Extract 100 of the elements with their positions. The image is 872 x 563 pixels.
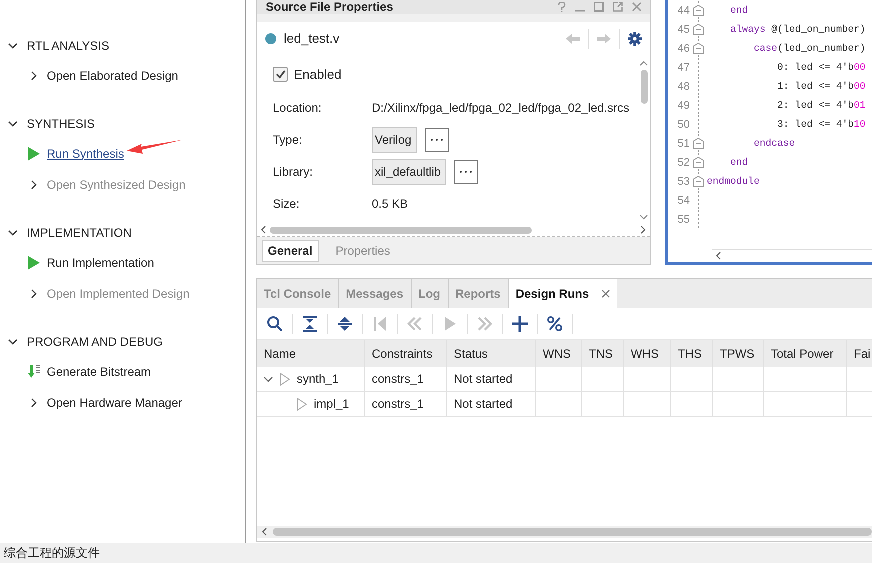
file-name: led_test.v — [284, 31, 341, 46]
scrollbar-thumb[interactable] — [640, 70, 648, 104]
chevron-down-icon[interactable] — [264, 374, 273, 384]
float-window-icon[interactable] — [613, 2, 623, 12]
nav-link[interactable]: Open Elaborated Design — [47, 68, 178, 82]
field-label: Location: — [273, 101, 323, 115]
maximize-icon[interactable] — [594, 2, 604, 12]
line-number: 44 — [676, 4, 690, 16]
field-value: 0.5 KB — [372, 197, 408, 211]
chevron-down-icon[interactable] — [8, 121, 18, 127]
close-icon[interactable] — [602, 290, 610, 298]
column-header[interactable]: Constraints — [365, 340, 447, 367]
status-bar: 综合工程的源文件 — [0, 543, 872, 563]
chevron-right-icon — [31, 70, 37, 80]
code-line: end — [730, 5, 748, 16]
checkbox[interactable] — [273, 66, 288, 82]
column-header[interactable]: THS — [671, 340, 713, 367]
chevron-down-icon[interactable] — [8, 230, 18, 236]
horizontal-scrollbar[interactable] — [712, 249, 872, 262]
line-number: 50 — [676, 118, 690, 130]
download-arrow-icon — [28, 364, 41, 378]
percent-icon[interactable] — [547, 316, 563, 332]
code-line: end — [730, 157, 748, 168]
run-status-icon — [297, 398, 307, 410]
chevron-down-icon[interactable] — [8, 339, 18, 345]
scroll-left-icon — [716, 252, 721, 260]
fold-icon[interactable] — [692, 43, 704, 54]
fold-icon[interactable] — [692, 176, 704, 187]
tab[interactable]: General — [262, 240, 319, 262]
help-icon[interactable] — [558, 2, 566, 12]
run-status-icon — [280, 372, 290, 386]
chevron-right-icon — [31, 180, 37, 190]
forward-arrow-icon[interactable] — [597, 34, 611, 44]
code-line: endmodule — [707, 176, 760, 187]
section-title: IMPLEMENTATION — [27, 226, 132, 240]
settings-icon[interactable] — [628, 32, 642, 46]
fold-icon[interactable] — [692, 5, 704, 16]
more-options-button[interactable] — [424, 128, 449, 152]
play-icon — [28, 146, 40, 160]
line-number: 54 — [676, 194, 690, 206]
value-field[interactable]: Verilog — [372, 127, 417, 153]
chevron-right-icon — [31, 288, 37, 298]
play-icon — [28, 256, 40, 270]
line-number: 47 — [676, 62, 690, 74]
search-icon[interactable] — [267, 316, 283, 332]
horizontal-scrollbar[interactable] — [257, 224, 650, 237]
more-options-button[interactable] — [454, 160, 478, 184]
code-line: 2: led <= 4'b01 — [776, 100, 866, 111]
section-title: PROGRAM AND DEBUG — [27, 335, 164, 349]
close-icon[interactable] — [632, 2, 642, 12]
line-number: 46 — [676, 42, 690, 54]
line-number: 53 — [676, 176, 690, 188]
add-icon[interactable] — [512, 316, 528, 332]
table-cell: constrs_1 — [365, 367, 447, 391]
column-header[interactable]: WHS — [624, 340, 671, 367]
nav-link[interactable]: Open Hardware Manager — [47, 396, 182, 410]
horizontal-scrollbar[interactable] — [257, 526, 872, 538]
section-title: RTL ANALYSIS — [27, 39, 110, 53]
code-line: 0: led <= 4'b00 — [776, 62, 866, 73]
value-field[interactable]: xil_defaultlib — [372, 159, 446, 185]
line-number: 52 — [676, 156, 690, 168]
check-icon — [276, 70, 286, 78]
collapse-all-icon[interactable] — [302, 316, 318, 332]
chevron-down-icon[interactable] — [8, 43, 18, 49]
section-title: SYNTHESIS — [27, 117, 96, 131]
column-header[interactable]: Total Power — [764, 340, 847, 367]
fold-icon[interactable] — [692, 24, 704, 35]
file-dot-icon — [265, 32, 277, 44]
scrollbar-thumb[interactable] — [270, 226, 532, 234]
run-name: synth_1 — [297, 372, 340, 386]
scrollbar-thumb[interactable] — [273, 528, 872, 536]
scroll-up-icon — [640, 61, 648, 66]
column-header[interactable]: TPWS — [713, 340, 764, 367]
code-line: 3: led <= 4'b10 — [776, 119, 866, 130]
back-arrow-icon[interactable] — [566, 34, 580, 44]
scroll-left-icon — [261, 226, 266, 234]
column-header[interactable]: Fai — [847, 340, 872, 367]
tab[interactable]: Design Runs — [508, 279, 618, 308]
column-header[interactable]: WNS — [536, 340, 582, 367]
fold-icon[interactable] — [692, 157, 704, 168]
nav-link[interactable]: Run Implementation — [47, 256, 154, 270]
chevron-right-icon — [31, 398, 37, 408]
panel-title: Source File Properties — [266, 1, 394, 13]
field-value: D:/Xilinx/fpga_led/fpga_02_led/fpga_02_led.srcs — [372, 101, 630, 115]
fold-icon[interactable] — [692, 138, 704, 149]
expand-all-icon[interactable] — [337, 316, 353, 332]
run-name: impl_1 — [314, 397, 350, 411]
nav-link[interactable]: Run Synthesis — [47, 146, 124, 160]
column-header[interactable]: TNS — [582, 340, 624, 367]
field-label: Type: — [273, 133, 304, 147]
scroll-down-icon — [640, 215, 648, 220]
table-cell: Not started — [447, 392, 536, 416]
table-cell: Not started — [447, 367, 536, 391]
checkbox-label: Enabled — [294, 66, 342, 82]
column-header[interactable]: Name — [257, 340, 365, 367]
scroll-left-icon — [262, 528, 267, 536]
code-line: 1: led <= 4'b00 — [776, 81, 866, 92]
nav-link[interactable]: Generate Bitstream — [47, 364, 152, 378]
column-header[interactable]: Status — [447, 340, 536, 367]
scroll-right-icon — [641, 226, 646, 234]
